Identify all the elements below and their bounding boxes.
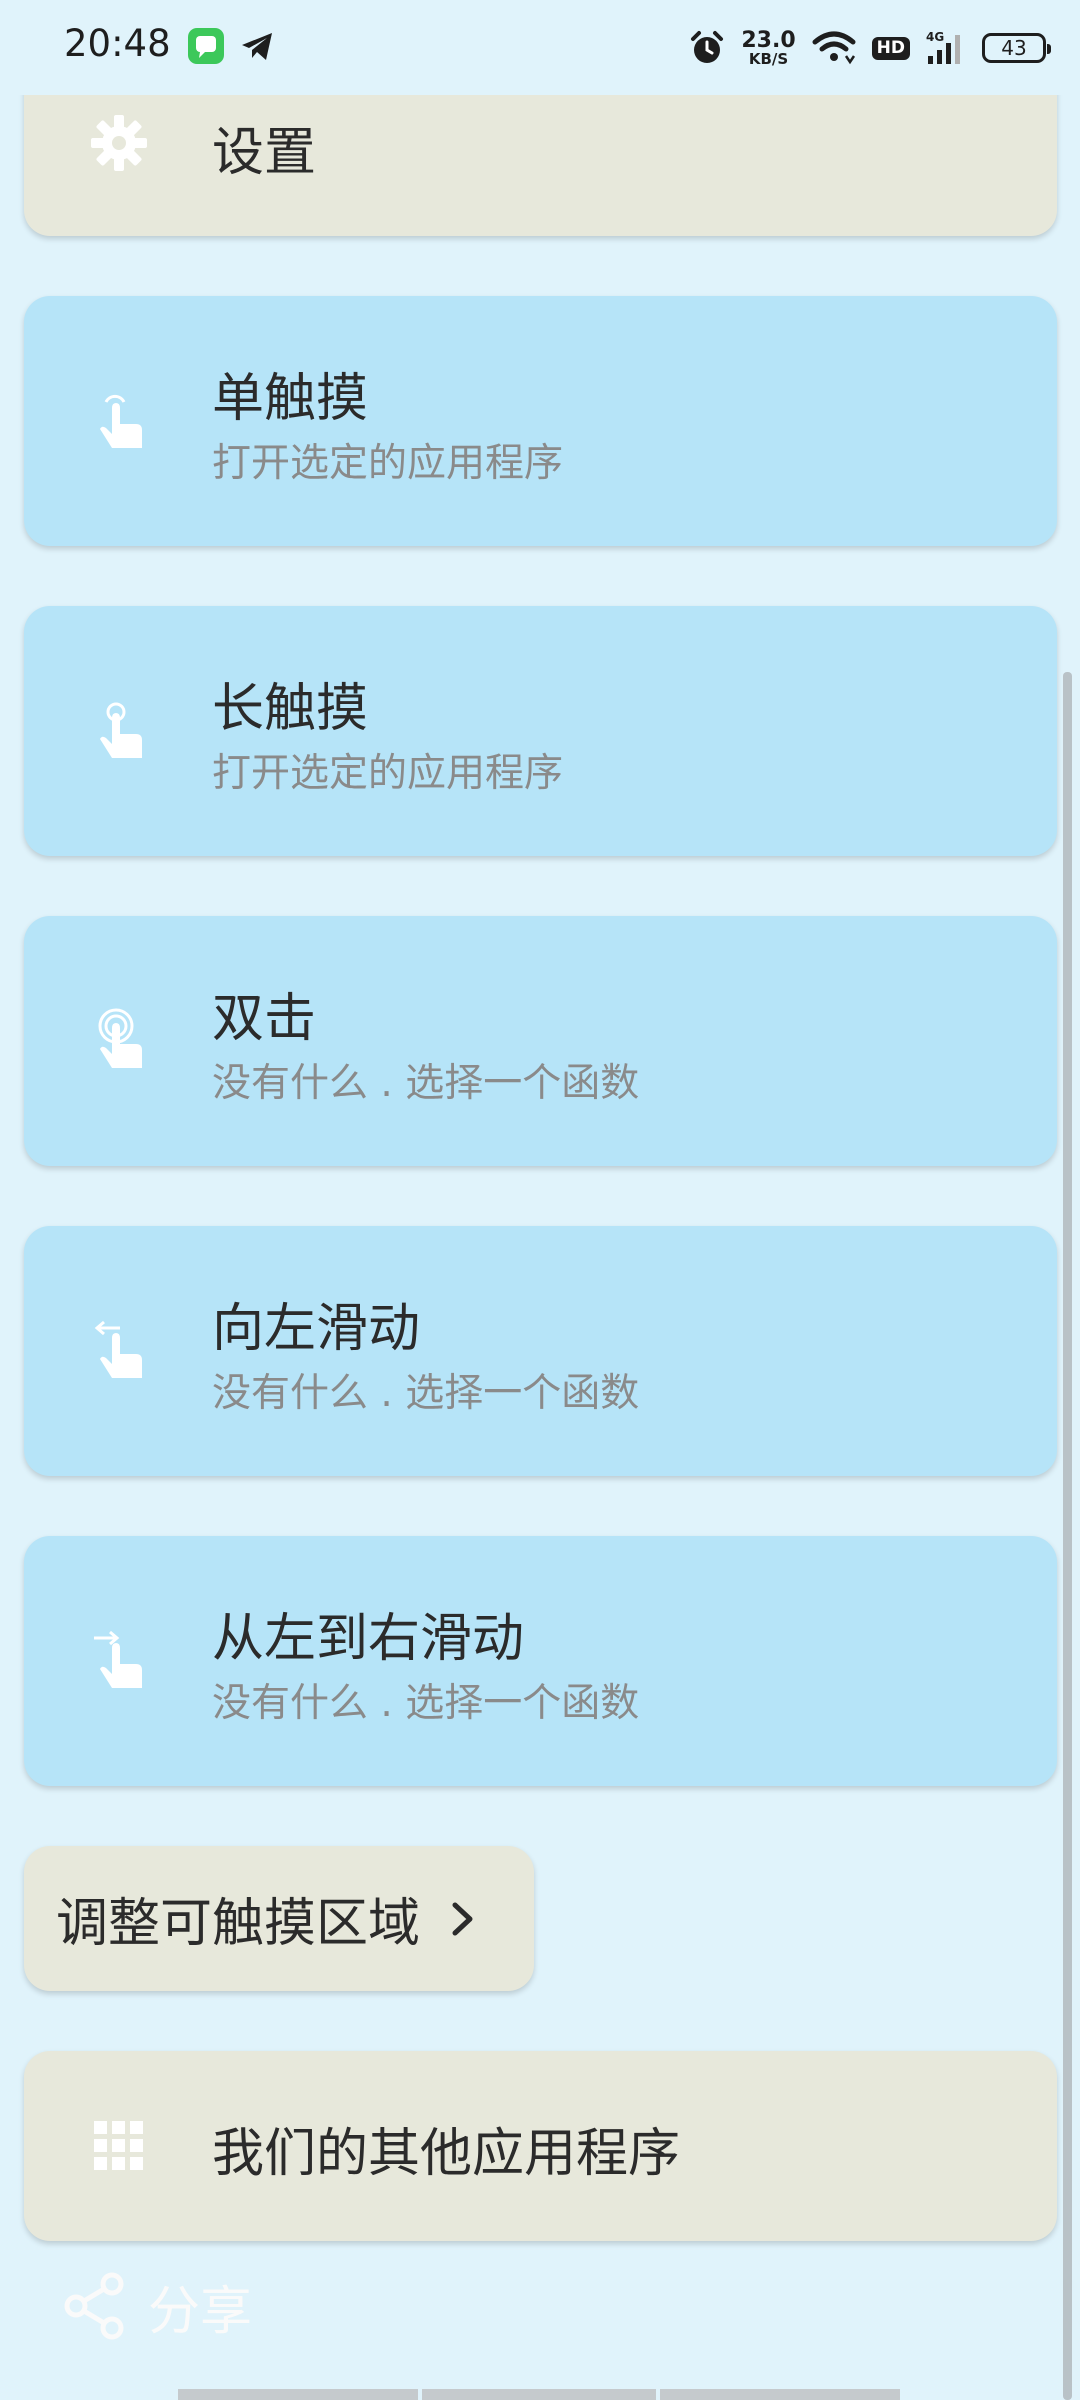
double-tap-subtitle: 没有什么 . 选择一个函数 [212,1061,640,1106]
wifi-icon [812,31,856,65]
nav-hint-left [178,2389,418,2400]
battery-indicator: 43 [982,33,1051,63]
single-touch-title: 单触摸 [212,369,369,429]
scrollbar[interactable] [1063,672,1072,2400]
tap-gesture-icon [100,394,142,448]
long-press-gesture-icon [100,702,142,758]
share-icon [64,2272,124,2340]
gear-icon [91,115,147,171]
cellular-signal-icon: 4G [926,30,960,64]
swipe-left-gesture-icon [94,1320,142,1378]
single-touch-card[interactable]: 单触摸 打开选定的应用程序 [24,296,1057,546]
swipe-right-title: 从左到右滑动 [212,1609,525,1669]
alarm-icon [691,31,724,63]
svg-text:4G: 4G [926,30,944,44]
double-tap-card[interactable]: 双击 没有什么 . 选择一个函数 [24,916,1057,1166]
share-label: 分享 [148,2281,253,2342]
share-button[interactable]: 分享 [64,2268,252,2344]
grid-apps-icon [94,2121,143,2170]
swipe-left-title: 向左滑动 [212,1299,421,1359]
status-icons: 23.0 KB/S HD 4G 43 [689,26,1051,70]
swipe-right-gesture-icon [94,1630,142,1688]
status-time: 20:48 [64,22,171,65]
double-tap-gesture-icon [98,1008,142,1068]
messages-app-icon [188,28,224,64]
nav-hint-center [422,2389,656,2400]
other-apps-title: 我们的其他应用程序 [212,2124,681,2184]
swipe-right-subtitle: 没有什么 . 选择一个函数 [212,1681,640,1726]
long-touch-card[interactable]: 长触摸 打开选定的应用程序 [24,606,1057,856]
double-tap-title: 双击 [212,989,317,1049]
network-speed: 23.0 KB/S [741,27,796,68]
chevron-right-icon [452,1902,473,1935]
nav-hint-right [660,2389,900,2400]
other-apps-card[interactable]: 我们的其他应用程序 [24,2051,1057,2241]
adjust-touch-area-button[interactable]: 调整可触摸区域 [24,1846,534,1991]
swipe-left-subtitle: 没有什么 . 选择一个函数 [212,1371,640,1416]
single-touch-subtitle: 打开选定的应用程序 [212,441,564,486]
swipe-right-card[interactable]: 从左到右滑动 没有什么 . 选择一个函数 [24,1536,1057,1786]
hd-badge: HD [871,36,910,60]
status-bar: 20:48 23.0 KB/S HD 4G 43 [0,0,1080,95]
settings-title: 设置 [212,123,317,183]
telegram-icon [242,33,272,60]
long-touch-subtitle: 打开选定的应用程序 [212,751,564,796]
adjust-touch-area-label: 调整可触摸区域 [56,1894,421,1954]
swipe-left-card[interactable]: 向左滑动 没有什么 . 选择一个函数 [24,1226,1057,1476]
long-touch-title: 长触摸 [212,679,369,739]
